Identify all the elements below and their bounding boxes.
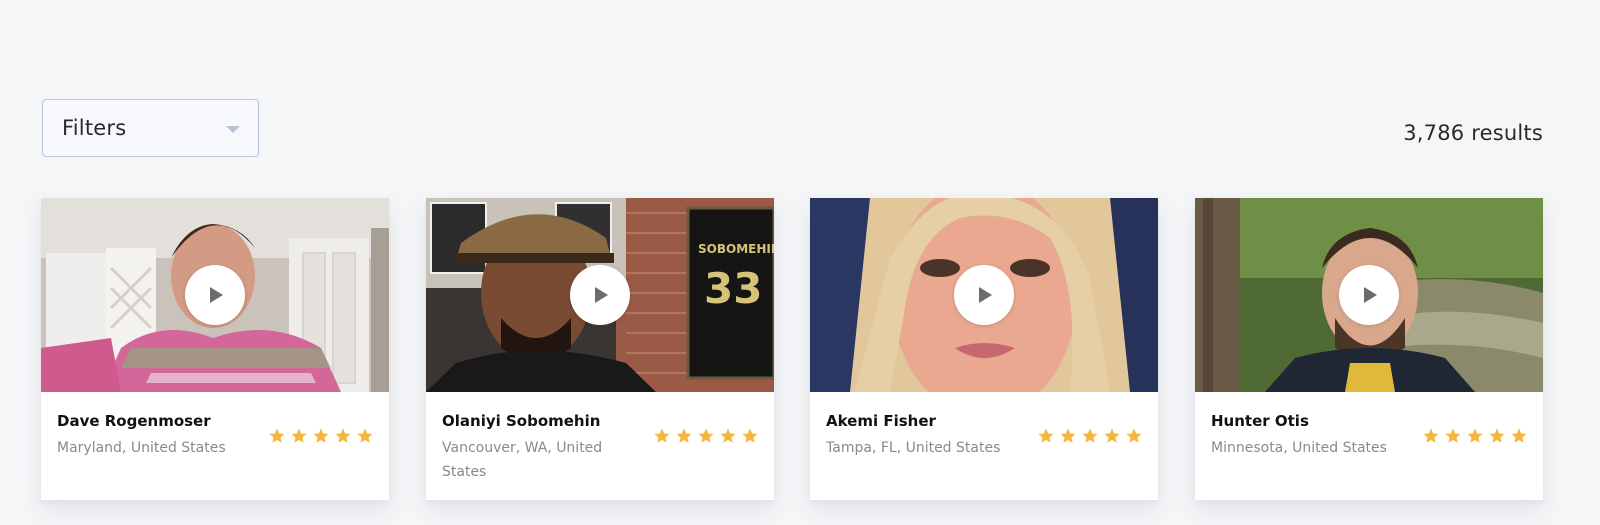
talent-card[interactable]: Dave Rogenmoser Maryland, United States — [41, 198, 389, 500]
video-thumbnail[interactable] — [41, 198, 389, 392]
star-icon — [357, 428, 373, 443]
talent-location: Vancouver, WA, United States — [442, 440, 603, 480]
star-icon — [1126, 428, 1142, 443]
star-rating — [653, 427, 759, 445]
star-icon — [698, 428, 714, 443]
play-button[interactable] — [570, 265, 630, 325]
star-icon — [1467, 428, 1483, 443]
star-icon — [1489, 428, 1505, 443]
star-rating — [1422, 427, 1528, 445]
play-icon — [595, 287, 608, 303]
star-icon — [654, 428, 670, 443]
star-icon — [269, 428, 285, 443]
play-button[interactable] — [954, 265, 1014, 325]
talent-card[interactable]: Hunter Otis Minnesota, United States — [1195, 198, 1543, 500]
video-thumbnail[interactable] — [810, 198, 1158, 392]
talent-name[interactable]: Olaniyi Sobomehin — [442, 412, 600, 430]
video-thumbnail[interactable]: SOBOMEHIN 33 — [426, 198, 774, 392]
star-rating — [1037, 427, 1143, 445]
star-icon — [1511, 428, 1527, 443]
svg-text:33: 33 — [704, 264, 762, 313]
star-icon — [1104, 428, 1120, 443]
talent-card-grid: Dave Rogenmoser Maryland, United States — [41, 198, 1543, 500]
play-button[interactable] — [1339, 265, 1399, 325]
video-thumbnail[interactable] — [1195, 198, 1543, 392]
filters-label: Filters — [62, 116, 127, 140]
talent-location: Minnesota, United States — [1211, 440, 1387, 456]
star-icon — [676, 428, 692, 443]
talent-card[interactable]: SOBOMEHIN 33 Olaniyi Sobomehin Vancouver… — [426, 198, 774, 500]
star-icon — [335, 428, 351, 443]
talent-card[interactable]: Akemi Fisher Tampa, FL, United States — [810, 198, 1158, 500]
play-icon — [210, 287, 223, 303]
filters-dropdown[interactable]: Filters — [42, 99, 259, 157]
star-rating — [268, 427, 374, 445]
star-icon — [313, 428, 329, 443]
star-icon — [1038, 428, 1054, 443]
talent-name[interactable]: Hunter Otis — [1211, 412, 1309, 430]
chevron-down-icon — [226, 126, 240, 133]
play-icon — [979, 287, 992, 303]
play-icon — [1364, 287, 1377, 303]
star-icon — [1423, 428, 1439, 443]
talent-location: Tampa, FL, United States — [826, 440, 1001, 456]
star-icon — [1082, 428, 1098, 443]
results-count: 3,786 results — [1403, 121, 1543, 145]
play-button[interactable] — [185, 265, 245, 325]
star-icon — [291, 428, 307, 443]
svg-text:SOBOMEHIN: SOBOMEHIN — [698, 242, 774, 256]
talent-location: Maryland, United States — [57, 440, 226, 456]
star-icon — [1445, 428, 1461, 443]
talent-name[interactable]: Dave Rogenmoser — [57, 412, 211, 430]
star-icon — [1060, 428, 1076, 443]
results-toolbar: Filters 3,786 results — [42, 99, 1543, 159]
star-icon — [720, 428, 736, 443]
star-icon — [742, 428, 758, 443]
talent-name[interactable]: Akemi Fisher — [826, 412, 936, 430]
